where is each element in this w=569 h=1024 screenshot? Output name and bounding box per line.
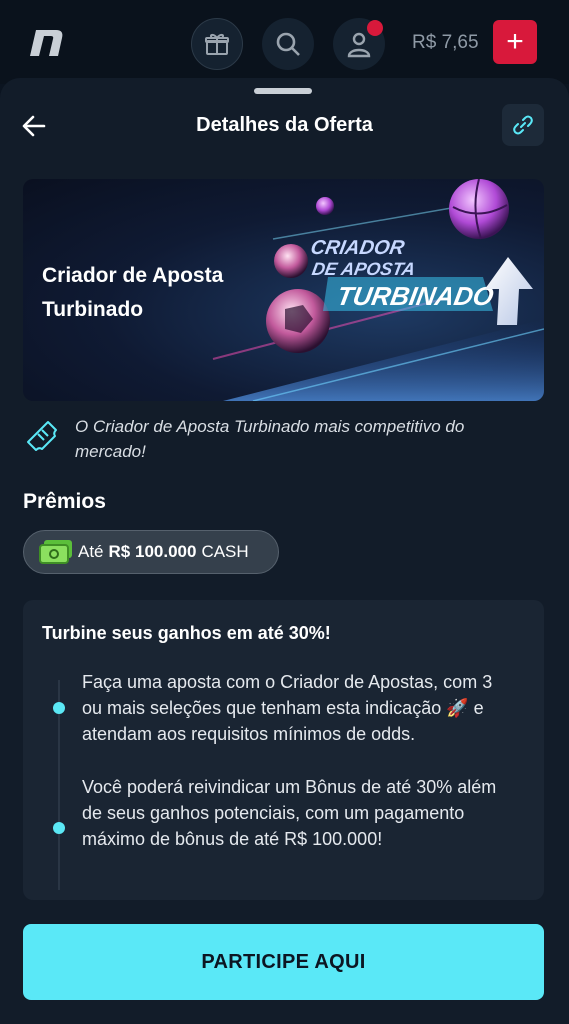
deposit-button[interactable]: + (493, 20, 537, 64)
offer-banner: CRIADOR DE APOSTA TURBINADO Criador de A… (23, 179, 544, 401)
prize-suffix: CASH (201, 542, 249, 561)
offer-description: O Criador de Aposta Turbinado mais compe… (75, 417, 465, 461)
page-title: Detalhes da Oferta (196, 114, 373, 136)
cash-icon (39, 540, 72, 564)
step-2-dot (53, 822, 65, 834)
link-icon (513, 115, 533, 135)
search-icon (276, 32, 300, 56)
step-1-text: Faça uma aposta com o Criador de Apostas… (82, 672, 493, 744)
prize-amount: R$ 100.000 (108, 542, 197, 561)
offer-details-sheet: Detalhes da Oferta CRIADOR DE APOSTA TUR… (0, 78, 569, 1024)
banner-art-line3: TURBINADO (335, 281, 496, 311)
gift-button[interactable] (191, 18, 243, 70)
prize-prefix: Até (78, 542, 104, 561)
top-app-bar: R$ 7,65 + (0, 0, 569, 84)
user-icon (347, 32, 371, 58)
step-1-dot (53, 702, 65, 714)
search-button[interactable] (262, 18, 314, 70)
brand-logo[interactable] (26, 22, 66, 62)
sheet-drag-handle[interactable] (254, 88, 312, 94)
account-button[interactable] (333, 18, 385, 70)
offer-steps-card: Turbine seus ganhos em até 30%! Faça uma… (23, 600, 544, 900)
banner-art-line2: DE APOSTA (310, 259, 416, 279)
step-2-text: Você poderá reivindicar um Bônus de até … (82, 777, 497, 849)
ticket-icon (27, 421, 57, 451)
banner-art-line1: CRIADOR (309, 237, 407, 259)
banner-title: Criador de Aposta Turbinado (42, 264, 224, 321)
card-title: Turbine seus ganhos em até 30%! (42, 623, 331, 643)
prizes-heading: Prêmios (23, 490, 106, 513)
prize-badge: Até R$ 100.000 CASH (23, 530, 279, 574)
gift-icon (205, 34, 229, 55)
notification-dot (367, 20, 383, 36)
balance-amount[interactable]: R$ 7,65 (412, 32, 479, 54)
participate-button[interactable]: PARTICIPE AQUI (23, 924, 544, 1000)
share-link-button[interactable] (502, 104, 544, 146)
